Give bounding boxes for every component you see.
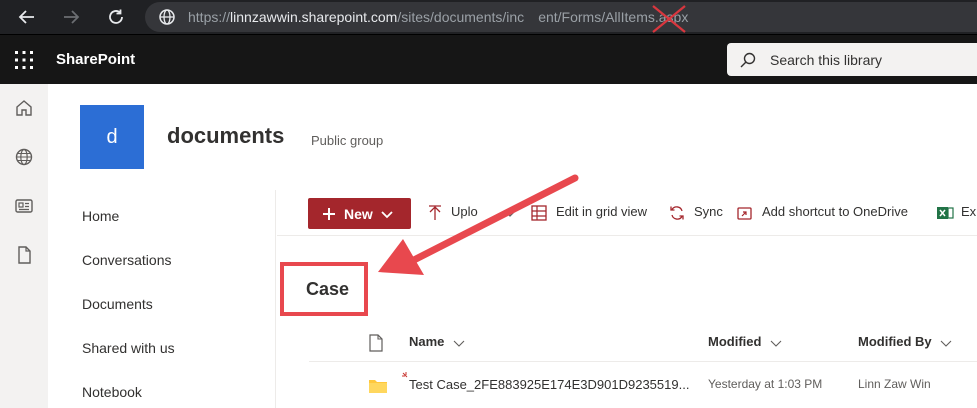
forward-arrow-icon [64,10,80,24]
search-input[interactable]: Search this library [727,43,977,76]
sync-icon[interactable] [668,204,686,222]
site-privacy-label: Public group [311,133,384,148]
chevron-down-icon [453,340,465,347]
sync-button[interactable]: Sync [694,204,723,219]
folder-icon [369,380,387,393]
address-bar[interactable]: https://linnzawwin.sharepoint.com/sites/… [145,2,977,33]
url-text: https://linnzawwin.sharepoint.com/sites/… [188,9,688,25]
export-button[interactable]: Exp [961,204,977,219]
url-path-start: /sites/documents/inc [397,9,525,25]
app-launcher-icon[interactable] [12,48,36,72]
column-header-modified-by-label: Modified By [858,334,932,349]
site-navigation: Home Conversations Documents Shared with… [48,190,276,408]
document-icon[interactable] [12,243,36,267]
nav-item-home[interactable]: Home [82,208,119,224]
app-rail [0,84,48,408]
upload-icon[interactable] [426,204,444,222]
nav-item-documents[interactable]: Documents [82,296,153,312]
reload-button[interactable] [99,0,133,34]
browser-toolbar: https://linnzawwin.sharepoint.com/sites/… [0,0,977,34]
chevron-down-icon [770,340,782,347]
forward-button[interactable] [54,0,88,34]
row-name[interactable]: Test Case_2FE883925E174E3D901D9235519... [409,377,689,392]
reload-icon [109,9,123,24]
row-modified: Yesterday at 1:03 PM [708,377,823,391]
add-shortcut-button[interactable]: Add shortcut to OneDrive [762,204,908,219]
column-header-name[interactable]: Name [409,334,465,349]
excel-icon[interactable] [936,204,954,222]
column-header-modified[interactable]: Modified [708,334,782,349]
redaction-cross-icon [652,5,686,33]
url-host: linnzawwin.sharepoint.com [230,9,398,25]
new-button-label: New [344,205,373,222]
site-logo[interactable]: d [80,105,144,169]
globe-icon[interactable] [12,145,36,169]
new-button[interactable]: New [308,198,411,229]
nav-item-shared-with-us[interactable]: Shared with us [82,340,175,356]
column-header-modified-by[interactable]: Modified By [858,334,952,349]
chevron-down-icon [940,340,952,347]
globe-icon [159,9,175,25]
edit-grid-view-button[interactable]: Edit in grid view [556,204,647,219]
annotation-highlight-box [280,262,368,316]
plus-icon [323,207,335,220]
shortcut-icon[interactable] [736,204,754,222]
nav-item-notebook[interactable]: Notebook [82,384,142,400]
row-modified-by[interactable]: Linn Zaw Win [858,377,931,391]
back-button[interactable] [10,0,44,34]
back-arrow-icon [18,10,34,24]
command-bar: New Uplo Edit in grid view Sync Add shor… [277,190,977,236]
search-icon [740,52,756,68]
suite-bar: SharePoint Search this library [0,34,977,84]
search-placeholder: Search this library [770,52,883,68]
site-title[interactable]: documents [167,123,284,149]
nav-item-conversations[interactable]: Conversations [82,252,172,268]
chevron-down-icon [381,210,393,218]
column-header-modified-label: Modified [708,334,762,349]
table-header-divider [309,361,977,362]
app-name[interactable]: SharePoint [56,51,135,68]
grid-view-icon[interactable] [530,204,548,222]
news-icon[interactable] [12,194,36,218]
url-scheme: https:// [188,9,231,25]
home-icon[interactable] [12,96,36,120]
chevron-down-icon[interactable] [501,204,519,222]
column-header-name-label: Name [409,334,445,349]
file-type-icon[interactable] [368,334,384,352]
upload-button[interactable]: Uplo [451,204,478,219]
